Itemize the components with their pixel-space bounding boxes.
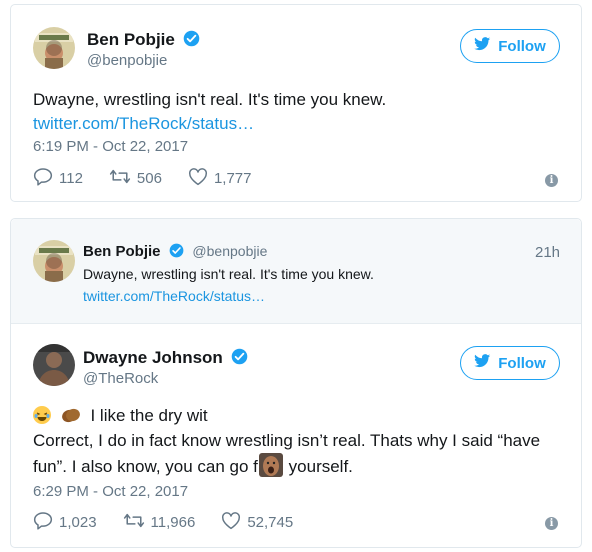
info-icon[interactable]: i bbox=[545, 174, 558, 187]
author-name[interactable]: Ben Pobjie bbox=[87, 30, 175, 49]
retweet-button[interactable]: 506 bbox=[109, 168, 162, 189]
inline-face-image bbox=[258, 453, 283, 477]
tweet-timestamp[interactable]: 6:29 PM - Oct 22, 2017 bbox=[33, 483, 188, 500]
tweet-card-dwayne: Ben Pobjie @benpobjie 21h Dwayne, wrestl… bbox=[10, 218, 582, 548]
follow-label: Follow bbox=[498, 37, 546, 55]
tweet-text: Dwayne, wrestling isn't real. It's time … bbox=[33, 90, 387, 109]
like-button[interactable]: 1,777 bbox=[188, 167, 252, 190]
retweet-button[interactable]: 11,966 bbox=[123, 512, 196, 533]
avatar-ben[interactable] bbox=[33, 27, 75, 69]
heart-icon bbox=[221, 511, 241, 534]
tweet-timestamp[interactable]: 6:19 PM - Oct 22, 2017 bbox=[33, 138, 188, 155]
laughing-emoji-icon bbox=[33, 406, 51, 424]
reply-icon bbox=[33, 167, 53, 190]
verified-badge-icon bbox=[183, 30, 200, 47]
like-count: 1,777 bbox=[213, 170, 252, 187]
reply-button[interactable]: 1,023 bbox=[33, 511, 97, 534]
avatar-dwayne[interactable] bbox=[33, 344, 75, 386]
author-handle[interactable]: @benpobjie bbox=[87, 52, 167, 69]
quoted-age[interactable]: 21h bbox=[535, 244, 560, 261]
follow-button[interactable]: Follow bbox=[460, 346, 560, 380]
quoted-text: Dwayne, wrestling isn't real. It's time … bbox=[83, 266, 374, 282]
quoted-author-name[interactable]: Ben Pobjie bbox=[83, 243, 161, 260]
heart-icon bbox=[188, 167, 208, 190]
tweet-text-line3-start: fun”. I also know, you can go f bbox=[33, 457, 258, 476]
reply-icon bbox=[33, 511, 53, 534]
retweet-count: 506 bbox=[136, 170, 162, 187]
reply-button[interactable]: 112 bbox=[33, 167, 83, 190]
quoted-avatar[interactable] bbox=[33, 240, 75, 282]
like-button[interactable]: 52,745 bbox=[221, 511, 294, 534]
quoted-author-handle[interactable]: @benpobjie bbox=[192, 243, 267, 259]
quoted-link[interactable]: twitter.com/TheRock/status… bbox=[83, 288, 265, 304]
author-name[interactable]: Dwayne Johnson bbox=[83, 348, 223, 367]
tweet-actions: 1,023 11,966 52,745 bbox=[33, 511, 319, 534]
twitter-bird-icon bbox=[474, 37, 491, 55]
like-count: 52,745 bbox=[247, 514, 294, 531]
verified-badge-icon bbox=[169, 243, 184, 258]
twitter-bird-icon bbox=[474, 354, 491, 372]
tweet-text-line1: I like the dry wit bbox=[33, 403, 208, 428]
tweet-text-line3: fun”. I also know, you can go f yourself… bbox=[33, 453, 353, 479]
tweet-actions: 112 506 1,777 bbox=[33, 167, 278, 190]
retweet-count: 11,966 bbox=[150, 514, 196, 531]
info-icon[interactable]: i bbox=[545, 517, 558, 530]
retweet-icon bbox=[109, 168, 131, 189]
follow-label: Follow bbox=[498, 354, 546, 372]
tweet-text-line2: Correct, I do in fact know wrestling isn… bbox=[33, 431, 541, 450]
clapping-emoji-icon bbox=[60, 406, 82, 424]
reply-count: 112 bbox=[59, 170, 83, 187]
tweet-text-line3-end: yourself. bbox=[288, 457, 353, 476]
tweet-link[interactable]: twitter.com/TheRock/status… bbox=[33, 111, 254, 136]
tweet-text-main: I like the dry wit bbox=[90, 406, 208, 425]
verified-badge-icon bbox=[231, 348, 248, 365]
author-handle[interactable]: @TheRock bbox=[83, 370, 158, 387]
quoted-tweet[interactable]: Ben Pobjie @benpobjie 21h Dwayne, wrestl… bbox=[11, 219, 581, 324]
follow-button[interactable]: Follow bbox=[460, 29, 560, 63]
retweet-icon bbox=[123, 512, 145, 533]
tweet-card-ben: Ben Pobjie @benpobjie Follow Dwayne, wre… bbox=[10, 4, 582, 202]
reply-count: 1,023 bbox=[59, 514, 97, 531]
